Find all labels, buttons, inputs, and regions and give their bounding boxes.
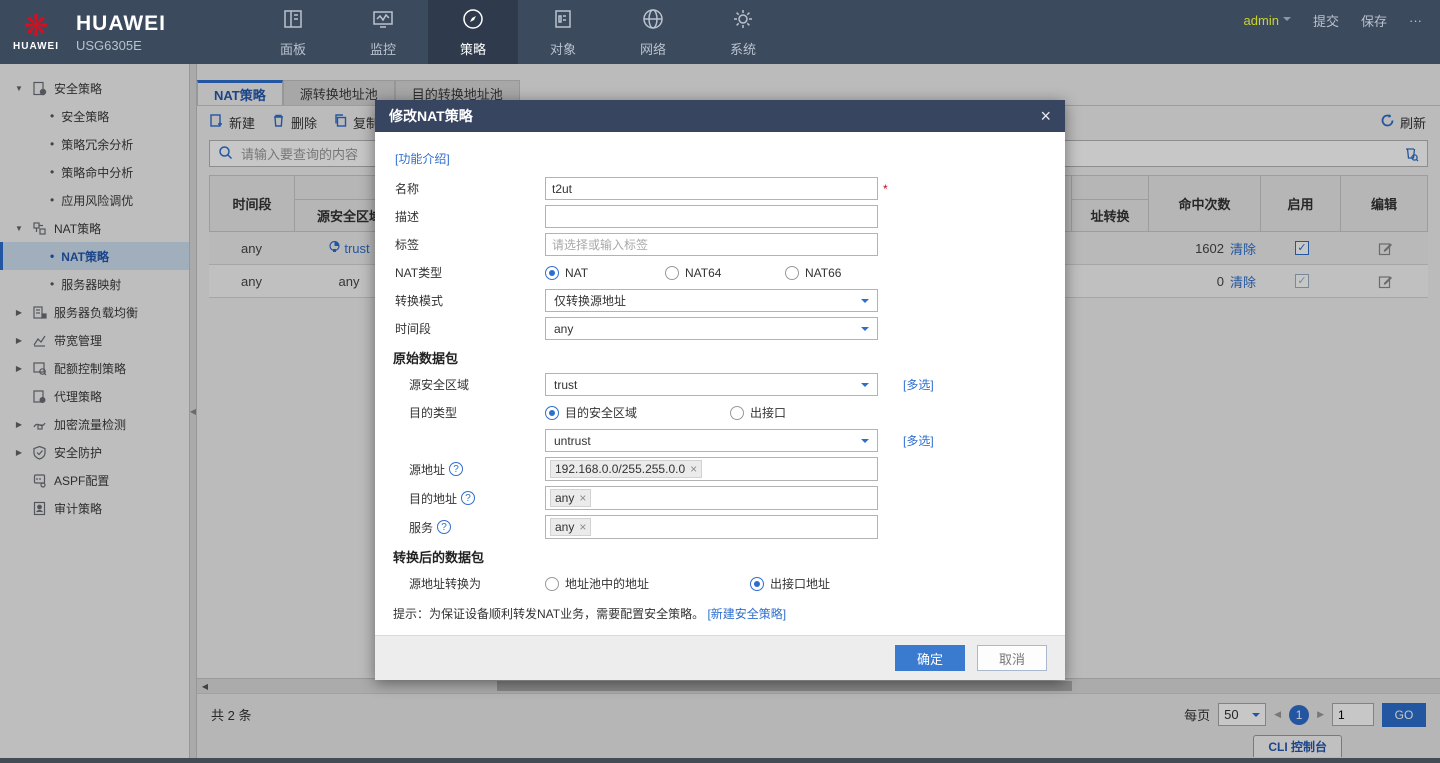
radio-address-pool[interactable]: 地址池中的地址 — [545, 575, 750, 592]
source-translate-label: 源地址转换为 — [375, 575, 545, 592]
description-input[interactable] — [545, 205, 878, 228]
radio-icon — [665, 266, 679, 280]
radio-nat[interactable]: NAT — [545, 266, 665, 280]
radio-outbound-interface[interactable]: 出接口 — [730, 404, 786, 421]
radio-icon — [785, 266, 799, 280]
modify-nat-policy-dialog: 修改NAT策略 × [功能介绍] 名称 * 描述 标签 NAT类型 NAT NA… — [375, 100, 1065, 680]
destination-address-input[interactable]: any× — [545, 486, 878, 510]
help-icon[interactable]: ? — [437, 520, 451, 534]
source-address-label: 源地址? — [375, 461, 545, 478]
feature-intro-link[interactable]: [功能介绍] — [395, 150, 450, 167]
more-menu-button[interactable]: ··· — [1409, 13, 1422, 28]
new-security-policy-link[interactable]: [新建安全策略] — [707, 607, 786, 621]
radio-destination-zone[interactable]: 目的安全区域 — [545, 404, 730, 421]
section-translated-packet: 转换后的数据包 — [375, 547, 1045, 566]
chevron-down-icon — [861, 383, 869, 391]
service-chip: any× — [550, 518, 591, 536]
radio-nat64[interactable]: NAT64 — [665, 266, 785, 280]
ok-button[interactable]: 确定 — [895, 645, 965, 671]
user-menu[interactable]: admin — [1244, 13, 1291, 28]
device-model: USG6305E — [76, 38, 166, 53]
chevron-down-icon — [861, 299, 869, 307]
nav-item-object[interactable]: 对象 — [518, 0, 608, 64]
chevron-down-icon — [1283, 17, 1291, 25]
time-range-label: 时间段 — [375, 320, 545, 337]
address-chip: 192.168.0.0/255.255.0.0× — [550, 460, 702, 478]
help-icon[interactable]: ? — [449, 462, 463, 476]
source-address-input[interactable]: 192.168.0.0/255.255.0.0× — [545, 457, 878, 481]
object-icon — [551, 7, 575, 34]
radio-nat66[interactable]: NAT66 — [785, 266, 841, 280]
name-input[interactable] — [545, 177, 878, 200]
policy-compass-icon — [461, 7, 485, 34]
nav-item-monitor[interactable]: 监控 — [338, 0, 428, 64]
top-navigation: ❋ HUAWEI HUAWEI USG6305E 面板 监控 策略 对象 网络 — [0, 0, 1440, 64]
dialog-header: 修改NAT策略 × — [375, 100, 1065, 132]
source-zone-label: 源安全区域 — [375, 376, 545, 393]
section-original-packet: 原始数据包 — [375, 348, 1045, 367]
dashboard-icon — [281, 7, 305, 34]
radio-icon — [545, 266, 559, 280]
monitor-icon — [371, 7, 395, 34]
nav-item-dashboard[interactable]: 面板 — [248, 0, 338, 64]
help-icon[interactable]: ? — [461, 491, 475, 505]
source-zone-select[interactable]: trust — [545, 373, 878, 396]
destination-zone-select[interactable]: untrust — [545, 429, 878, 452]
name-label: 名称 — [375, 180, 545, 197]
save-button[interactable]: 保存 — [1361, 11, 1387, 30]
main-menu: 面板 监控 策略 对象 网络 系统 — [248, 0, 788, 64]
service-label: 服务? — [375, 519, 545, 536]
remove-chip-icon[interactable]: × — [579, 491, 586, 505]
radio-icon — [545, 577, 559, 591]
time-range-select[interactable]: any — [545, 317, 878, 340]
close-icon[interactable]: × — [1040, 106, 1051, 127]
destination-address-label: 目的地址? — [375, 490, 545, 507]
nat-type-label: NAT类型 — [375, 264, 545, 281]
source-zone-multi-link[interactable]: [多选] — [903, 376, 934, 393]
radio-icon — [545, 406, 559, 420]
translate-mode-select[interactable]: 仅转换源地址 — [545, 289, 878, 312]
radio-outbound-interface-address[interactable]: 出接口地址 — [750, 575, 830, 592]
radio-icon — [730, 406, 744, 420]
huawei-logo-icon: ❋ HUAWEI — [10, 13, 62, 52]
brand-name: HUAWEI — [76, 12, 166, 36]
remove-chip-icon[interactable]: × — [579, 520, 586, 534]
nav-item-policy[interactable]: 策略 — [428, 0, 518, 64]
translate-mode-label: 转换模式 — [375, 292, 545, 309]
destination-zone-multi-link[interactable]: [多选] — [903, 432, 934, 449]
brand-block: ❋ HUAWEI HUAWEI USG6305E — [0, 0, 188, 64]
chevron-down-icon — [861, 327, 869, 335]
tag-label: 标签 — [375, 236, 545, 253]
radio-icon — [750, 577, 764, 591]
dialog-body: [功能介绍] 名称 * 描述 标签 NAT类型 NAT NAT64 NAT66 … — [375, 132, 1065, 635]
dialog-footer: 确定 取消 — [375, 635, 1065, 680]
system-gear-icon — [731, 7, 755, 34]
address-chip: any× — [550, 489, 591, 507]
nav-item-network[interactable]: 网络 — [608, 0, 698, 64]
cancel-button[interactable]: 取消 — [977, 645, 1047, 671]
service-input[interactable]: any× — [545, 515, 878, 539]
tag-input[interactable] — [545, 233, 878, 256]
topnav-actions: admin 提交 保存 ··· — [1244, 0, 1422, 40]
remove-chip-icon[interactable]: × — [690, 462, 697, 476]
dialog-title: 修改NAT策略 — [389, 106, 473, 126]
chevron-down-icon — [861, 439, 869, 447]
nav-item-system[interactable]: 系统 — [698, 0, 788, 64]
tip-text: 提示：为保证设备顺利转发NAT业务，需要配置安全策略。 [新建安全策略] — [393, 605, 1045, 622]
network-globe-icon — [641, 7, 665, 34]
destination-type-label: 目的类型 — [375, 404, 545, 421]
submit-button[interactable]: 提交 — [1313, 11, 1339, 30]
description-label: 描述 — [375, 208, 545, 225]
required-asterisk: * — [883, 182, 888, 196]
